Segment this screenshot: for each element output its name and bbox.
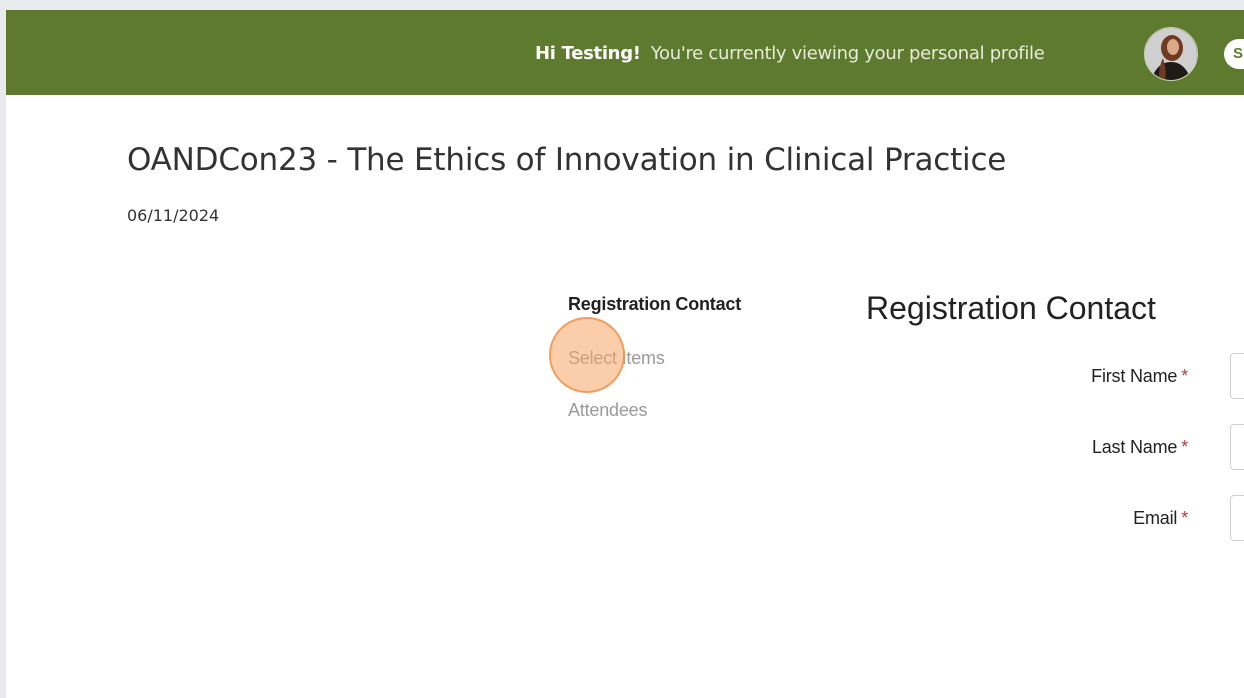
avatar[interactable] bbox=[1144, 27, 1198, 81]
page-title: OANDCon23 - The Ethics of Innovation in … bbox=[127, 142, 1007, 178]
form-heading: Registration Contact bbox=[866, 290, 1156, 326]
required-marker: * bbox=[1181, 508, 1188, 528]
greeting: Hi Testing! You're currently viewing your… bbox=[535, 43, 1045, 64]
user-menu-button[interactable]: S bbox=[1224, 39, 1244, 69]
event-date: 06/11/2024 bbox=[127, 206, 220, 225]
greeting-name: Hi Testing! bbox=[535, 43, 641, 64]
required-marker: * bbox=[1181, 437, 1188, 457]
step-registration-contact[interactable]: Registration Contact bbox=[568, 294, 741, 315]
step-select-items[interactable]: Select Items bbox=[568, 348, 665, 369]
step-attendees[interactable]: Attendees bbox=[568, 400, 647, 421]
first-name-label: First Name * bbox=[988, 366, 1188, 387]
first-name-field[interactable] bbox=[1230, 353, 1244, 399]
email-label: Email * bbox=[988, 508, 1188, 529]
user-avatar-icon bbox=[1145, 28, 1197, 80]
top-navigation-bar: Hi Testing! You're currently viewing your… bbox=[6, 10, 1244, 95]
email-field[interactable] bbox=[1230, 495, 1244, 541]
required-marker: * bbox=[1181, 366, 1188, 386]
app-window: Hi Testing! You're currently viewing your… bbox=[6, 10, 1244, 698]
greeting-message: You're currently viewing your personal p… bbox=[650, 43, 1045, 64]
first-name-label-text: First Name bbox=[1091, 366, 1178, 386]
last-name-label-text: Last Name bbox=[1091, 437, 1178, 457]
last-name-label: Last Name * bbox=[988, 437, 1188, 458]
last-name-field[interactable] bbox=[1230, 424, 1244, 470]
email-label-text: Email bbox=[1133, 508, 1178, 528]
